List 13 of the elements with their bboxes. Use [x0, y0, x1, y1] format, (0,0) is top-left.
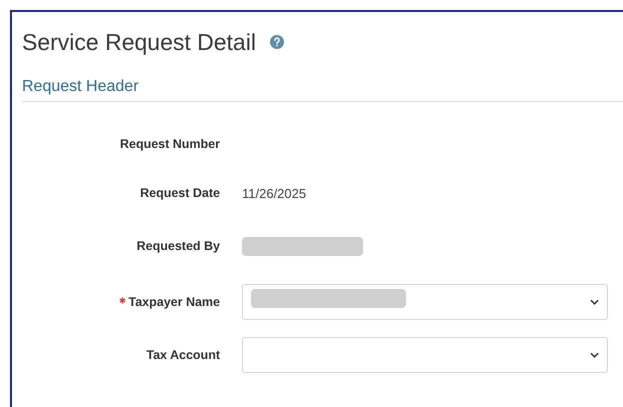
section-title: Request Header — [22, 78, 139, 95]
select-field[interactable] — [242, 337, 608, 373]
field-value: 11/26/2025 — [242, 186, 306, 200]
chevron-down-icon — [590, 352, 599, 358]
field-label: Request Date — [140, 186, 220, 200]
select-field[interactable] — [242, 284, 608, 320]
field-label: Taxpayer Name — [128, 295, 220, 309]
field-label: Tax Account — [146, 348, 220, 362]
field-label: Request Number — [120, 137, 220, 151]
chevron-down-icon — [590, 299, 599, 305]
help-icon[interactable] — [270, 35, 284, 49]
field-label: Requested By — [136, 239, 220, 253]
page-title: Service Request Detail — [22, 28, 256, 56]
